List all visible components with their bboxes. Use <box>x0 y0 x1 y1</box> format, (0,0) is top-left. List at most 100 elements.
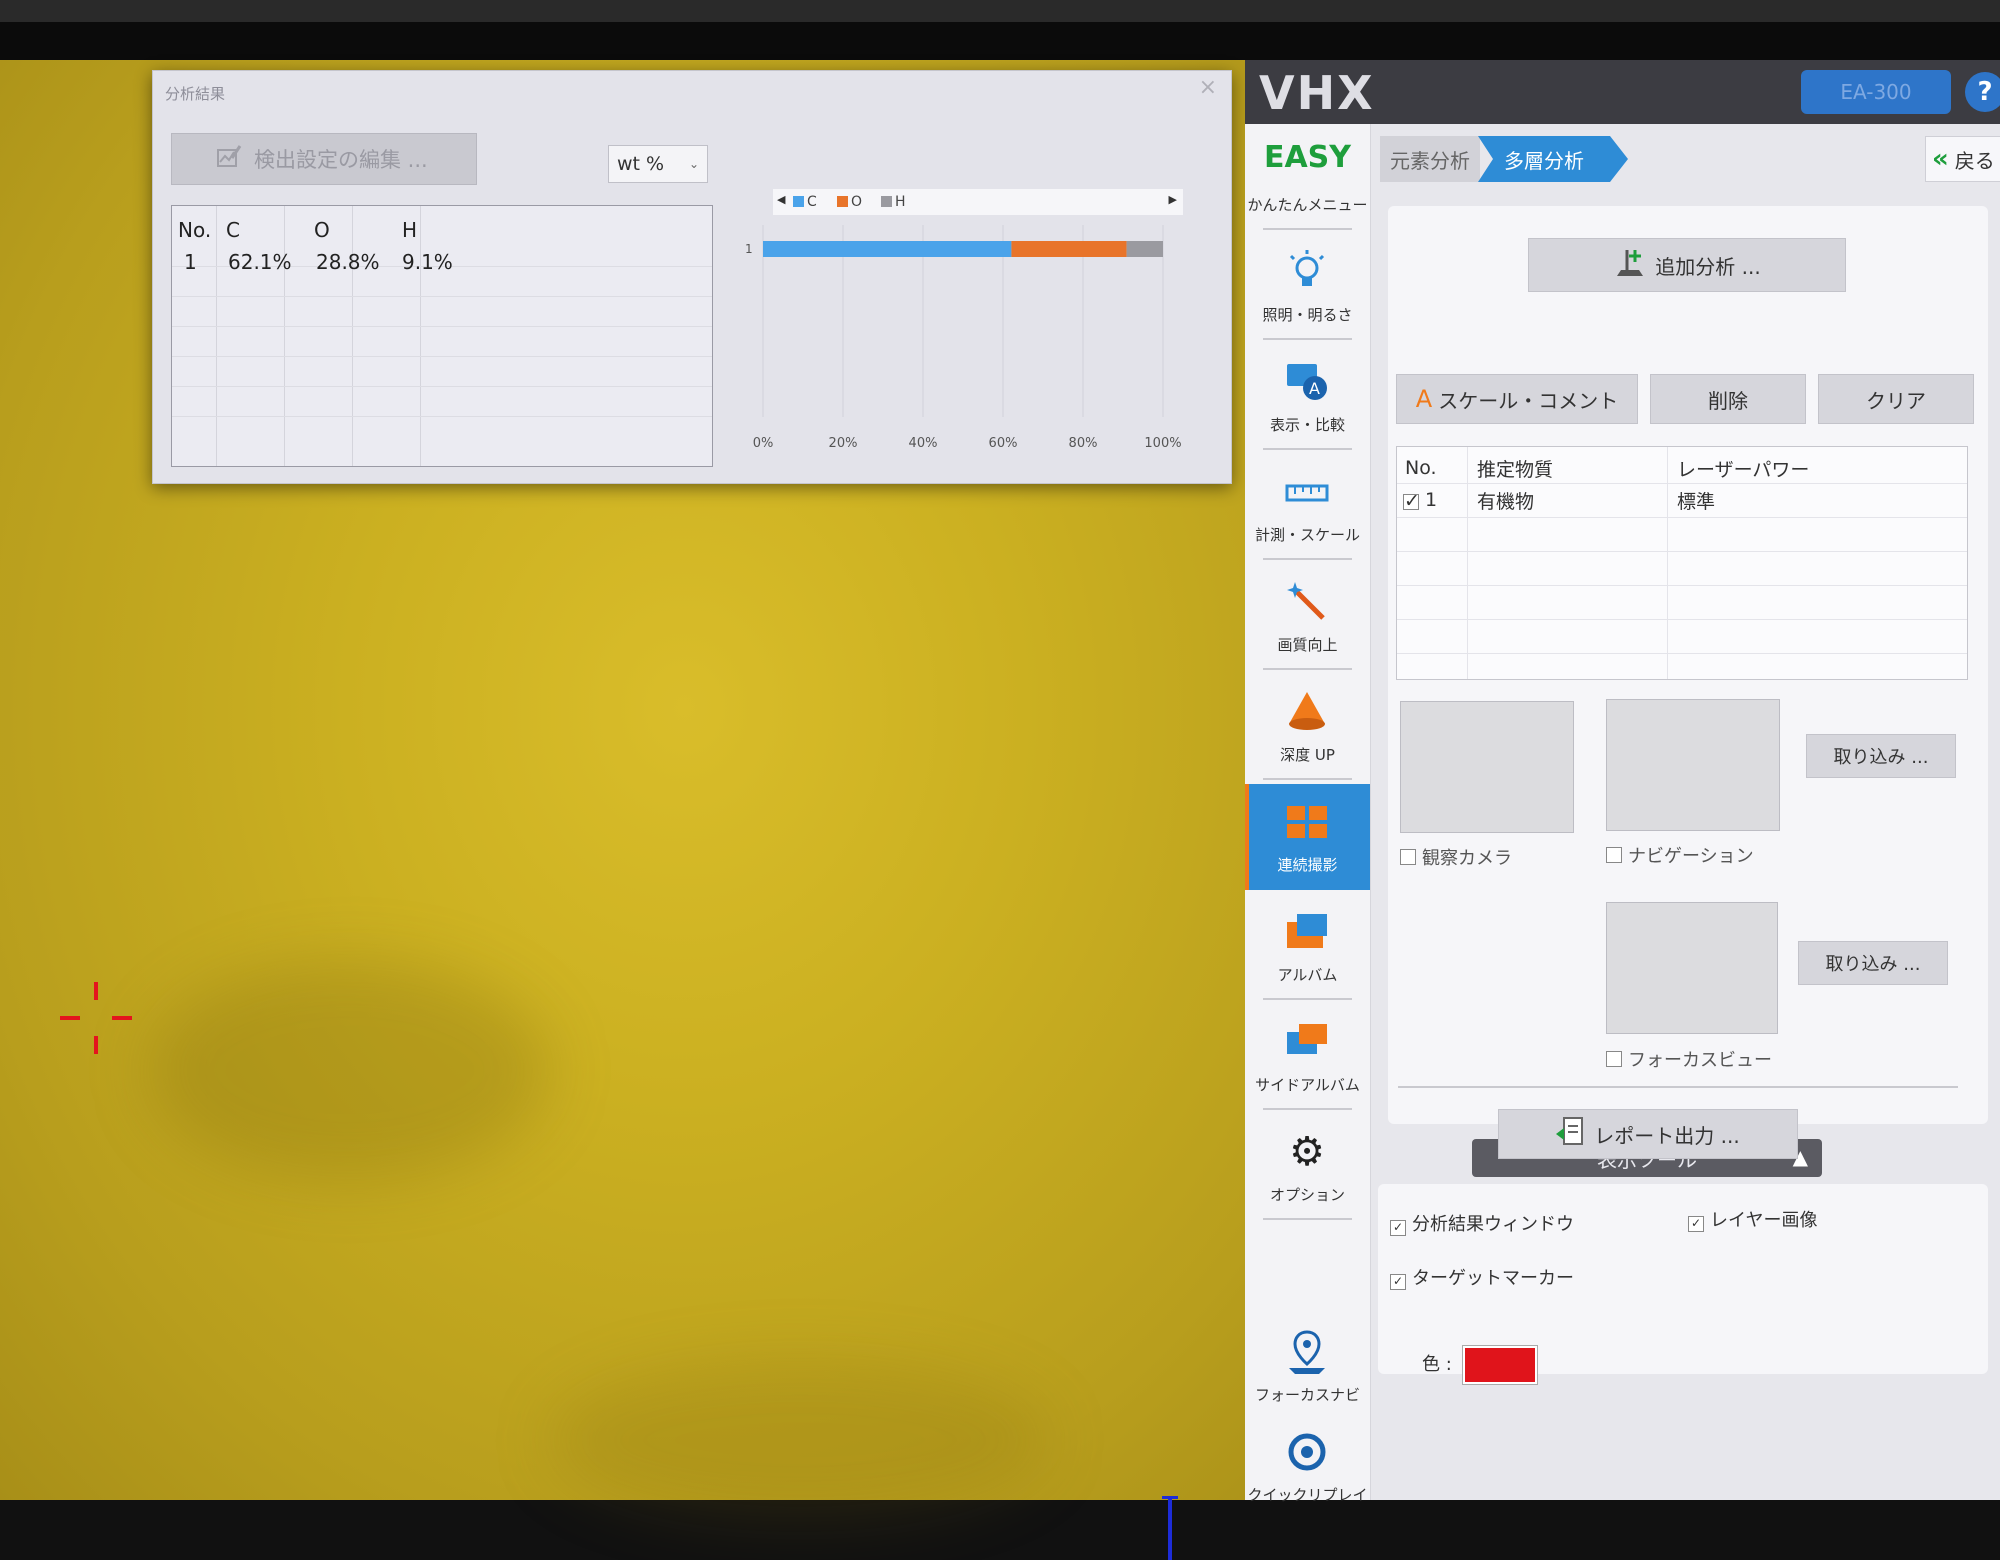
sidebar-item-label: アルバム <box>1277 966 1338 984</box>
scale-marker <box>1162 1496 1178 1560</box>
sidebar-item-label: 照明・明るさ <box>1262 306 1353 324</box>
focus-view-label: フォーカスビュー <box>1628 1050 1772 1071</box>
edit-detection-settings-button[interactable]: 検出設定の編集 ... <box>171 133 477 185</box>
sidebar-item-label: 深度 UP <box>1280 746 1335 764</box>
layer-image-option[interactable]: ✓ レイヤー画像 <box>1688 1206 1817 1232</box>
sidebar-item-display-compare[interactable]: A 表示・比較 <box>1245 344 1370 450</box>
bar-segment-h <box>1126 241 1163 257</box>
help-icon[interactable]: ? <box>1965 72 2000 112</box>
control-panel: VHX EA-300 ? EASY かんたんメニュー 照明・明るさ A 表示・比… <box>1245 60 2000 1504</box>
tiles-icon <box>1287 806 1327 838</box>
tab-multilayer-analysis[interactable]: 多層分析 <box>1478 136 1628 182</box>
edit-detection-settings-label: 検出設定の編集 ... <box>254 148 428 172</box>
sidebar-item-image-enhance[interactable]: 画質向上 <box>1245 564 1370 670</box>
cell-h: 9.1% <box>402 250 453 274</box>
target-marker[interactable] <box>60 982 132 1054</box>
focus-view-thumbnail[interactable] <box>1606 902 1778 1034</box>
close-icon[interactable]: × <box>1199 75 1217 100</box>
delete-button[interactable]: 削除 <box>1650 374 1806 424</box>
cell-c: 62.1% <box>228 250 292 274</box>
clear-button[interactable]: クリア <box>1818 374 1974 424</box>
sample-texture <box>550 1360 1050 1520</box>
side-album-icon <box>1287 1024 1327 1054</box>
main-content: 元素分析 多層分析 « 戻る 追加分析 ... A スケール・コメント 削除 ク… <box>1370 124 2000 1500</box>
sidebar-item-depth-up[interactable]: 深度 UP <box>1245 674 1370 780</box>
capture-button[interactable]: 取り込み ... <box>1806 734 1956 778</box>
sidebar-item-side-album[interactable]: サイドアルバム <box>1245 1004 1370 1110</box>
display-compare-icon: A <box>1287 364 1327 400</box>
legend-swatch <box>837 196 848 207</box>
bar-segment-c <box>763 241 1012 257</box>
layer-image-checkbox[interactable]: ✓ <box>1688 1216 1704 1232</box>
camera-checkbox[interactable] <box>1400 849 1416 865</box>
y-category-label: 1 <box>745 242 753 256</box>
navigation-checkbox[interactable] <box>1606 847 1622 863</box>
monitor-top-bezel <box>0 0 2000 60</box>
panel-header: VHX EA-300 ? <box>1245 60 2000 124</box>
target-marker-checkbox[interactable]: ✓ <box>1390 1274 1406 1290</box>
sidebar-item-label: オプション <box>1269 1186 1345 1204</box>
cell-material: 有機物 <box>1477 491 1535 513</box>
scale-comment-button[interactable]: A スケール・コメント <box>1396 374 1638 424</box>
result-window-option[interactable]: ✓ 分析結果ウィンドウ <box>1390 1210 1574 1236</box>
window-title-strip <box>0 0 2000 22</box>
legend-label: O <box>851 194 863 210</box>
magic-wand-icon <box>1287 582 1325 620</box>
navigation-option[interactable]: ナビゲーション <box>1606 842 1754 868</box>
marker-color-swatch[interactable] <box>1463 1346 1537 1384</box>
scale-comment-icon: A <box>1415 385 1433 413</box>
sidebar-item-easy-menu[interactable]: EASY かんたんメニュー <box>1245 124 1370 230</box>
sidebar-item-label: かんたんメニュー <box>1247 196 1368 214</box>
sidebar-item-options[interactable]: ⚙ オプション <box>1245 1114 1370 1220</box>
scroll-left-icon[interactable]: ◀ <box>777 193 785 206</box>
focus-navi-icon <box>1289 1330 1325 1374</box>
column-header: C <box>226 218 240 242</box>
result-window-checkbox[interactable]: ✓ <box>1390 1220 1406 1236</box>
sidebar-item-label: 連続撮影 <box>1277 856 1338 874</box>
legend-swatch <box>793 196 804 207</box>
x-tick-label: 0% <box>753 436 774 451</box>
sidebar-item-focus-navi[interactable]: フォーカスナビ <box>1245 1314 1370 1420</box>
x-tick-label: 80% <box>1069 436 1098 451</box>
focus-view-checkbox[interactable] <box>1606 1051 1622 1067</box>
tab-elemental-analysis[interactable]: 元素分析 <box>1380 136 1480 182</box>
row-checkbox[interactable]: ✓ <box>1403 492 1420 511</box>
sidebar-item-album[interactable]: アルバム <box>1245 894 1370 1000</box>
table-row[interactable]: ✓ 1 <box>1403 489 1437 511</box>
chart-edit-icon <box>216 144 242 175</box>
navigation-thumbnail[interactable] <box>1606 699 1780 831</box>
column-header: No. <box>178 218 212 242</box>
unit-select[interactable]: wt % ⌄ <box>608 145 708 183</box>
focus-view-option[interactable]: フォーカスビュー <box>1606 1046 1772 1072</box>
capture-focus-button[interactable]: 取り込み ... <box>1798 941 1948 985</box>
sidebar-item-measure[interactable]: 計測・スケール <box>1245 454 1370 560</box>
bar-segment-o <box>1011 241 1127 257</box>
add-analysis-icon <box>1613 246 1647 285</box>
color-label: 色 : <box>1422 1354 1452 1375</box>
legend-swatch <box>881 196 892 207</box>
x-tick-label: 20% <box>829 436 858 451</box>
sidebar-item-quick-replay[interactable]: クイックリプレイ <box>1245 1414 1370 1520</box>
add-analysis-button[interactable]: 追加分析 ... <box>1528 238 1846 292</box>
report-output-label: レポート出力 ... <box>1594 1123 1740 1148</box>
scroll-right-icon[interactable]: ▶ <box>1169 193 1177 206</box>
depth-cone-icon <box>1289 692 1325 730</box>
camera-thumbnail[interactable] <box>1400 701 1574 833</box>
sidebar: EASY かんたんメニュー 照明・明るさ A 表示・比較 計測・スケール 画質向… <box>1245 124 1371 1504</box>
cell-laser-power: 標準 <box>1677 491 1716 513</box>
x-tick-label: 40% <box>909 436 938 451</box>
report-icon <box>1556 1116 1586 1153</box>
camera-option[interactable]: 観察カメラ <box>1400 844 1512 870</box>
target-marker-option[interactable]: ✓ ターゲットマーカー <box>1390 1264 1574 1290</box>
report-output-button[interactable]: レポート出力 ... <box>1498 1109 1798 1159</box>
legend-label: C <box>807 194 817 210</box>
ea-300-button[interactable]: EA-300 <box>1801 70 1951 114</box>
chevron-down-icon: ⌄ <box>688 157 699 171</box>
window-title: 分析結果 <box>165 85 226 103</box>
layer-image-label: レイヤー画像 <box>1710 1210 1818 1231</box>
sidebar-item-label: 計測・スケール <box>1254 526 1360 544</box>
sidebar-item-continuous-capture[interactable]: 連続撮影 <box>1245 784 1370 890</box>
back-button[interactable]: « 戻る <box>1925 136 2000 182</box>
cell-o: 28.8% <box>316 250 380 274</box>
sidebar-item-lighting[interactable]: 照明・明るさ <box>1245 234 1370 340</box>
